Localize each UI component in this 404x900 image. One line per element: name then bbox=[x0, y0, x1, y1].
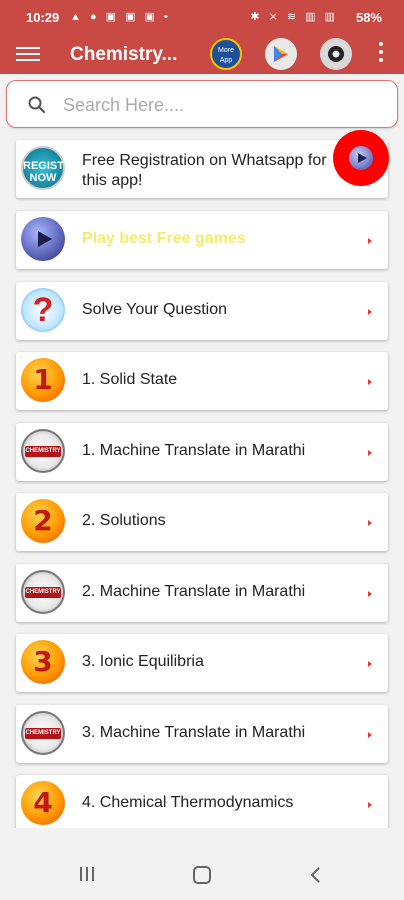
chevron-right-icon bbox=[368, 591, 372, 597]
number-icon: 2 bbox=[21, 499, 65, 543]
chevron-right-icon bbox=[368, 520, 372, 526]
list-item-label: 3. Machine Translate in Marathi bbox=[82, 724, 306, 741]
list-item[interactable]: 3 3. Ionic Equilibria bbox=[16, 634, 388, 692]
list-item[interactable]: CHEMISTRY 3. Machine Translate in Marath… bbox=[16, 705, 388, 763]
list-item[interactable]: CHEMISTRY 2. Machine Translate in Marath… bbox=[16, 564, 388, 622]
list-item[interactable]: CHEMISTRY 1. Machine Translate in Marath… bbox=[16, 423, 388, 481]
number-icon: 4 bbox=[21, 781, 65, 825]
list-item[interactable]: 4 4. Chemical Thermodynamics bbox=[16, 775, 388, 828]
menu-icon[interactable] bbox=[16, 44, 40, 64]
app-bar: Chemistry... More App bbox=[0, 34, 404, 74]
chemistry-badge-icon: CHEMISTRY bbox=[21, 711, 65, 755]
floating-play-button[interactable] bbox=[333, 130, 389, 186]
chevron-right-icon bbox=[368, 309, 372, 315]
chemistry-badge-icon: CHEMISTRY bbox=[21, 429, 65, 473]
chevron-right-icon bbox=[368, 661, 372, 667]
play-icon bbox=[349, 146, 373, 170]
list-item[interactable]: ? Solve Your Question bbox=[16, 282, 388, 340]
list-item-label: Solve Your Question bbox=[82, 301, 227, 318]
search-input[interactable] bbox=[61, 91, 385, 119]
list-item-label: 2. Solutions bbox=[82, 512, 166, 529]
list-item-label: Play best Free games bbox=[82, 230, 246, 247]
question-icon: ? bbox=[21, 288, 65, 332]
topic-list: REGISTER NOW Free Registration on Whatsa… bbox=[0, 138, 404, 828]
home-icon[interactable] bbox=[193, 866, 211, 884]
system-nav-bar bbox=[0, 850, 404, 900]
list-item-label: 1. Solid State bbox=[82, 371, 178, 388]
app-title: Chemistry... bbox=[70, 44, 178, 65]
register-now-icon: REGISTER NOW bbox=[21, 146, 79, 190]
list-item-label: 4. Chemical Thermodynamics bbox=[82, 794, 294, 811]
list-item-label: 3. Ionic Equilibria bbox=[82, 653, 204, 670]
number-icon: 3 bbox=[21, 640, 65, 684]
status-time: 10:29 bbox=[26, 10, 60, 25]
overflow-menu-icon[interactable] bbox=[378, 42, 384, 66]
recent-apps-icon[interactable] bbox=[80, 867, 98, 883]
notification-icons: ▲ ● ▣ ▣ ▣ • bbox=[70, 11, 171, 23]
play-store-icon[interactable] bbox=[265, 38, 297, 70]
more-app-icon[interactable]: More App bbox=[210, 38, 242, 70]
chevron-right-icon bbox=[368, 450, 372, 456]
more-app-label: More App bbox=[218, 47, 234, 64]
list-item[interactable]: 2 2. Solutions bbox=[16, 493, 388, 551]
list-item[interactable]: Play best Free games bbox=[16, 211, 388, 269]
share-icon[interactable] bbox=[320, 38, 352, 70]
chevron-right-icon bbox=[368, 802, 372, 808]
list-item-label: 1. Machine Translate in Marathi bbox=[82, 442, 306, 459]
list-item[interactable]: REGISTER NOW Free Registration on Whatsa… bbox=[16, 140, 388, 198]
chevron-right-icon bbox=[368, 238, 372, 244]
battery-level: 58% bbox=[355, 10, 382, 25]
chemistry-badge-icon: CHEMISTRY bbox=[21, 570, 65, 614]
list-item-label: Free Registration on Whatsapp for this a… bbox=[82, 152, 327, 189]
list-item-label: 2. Machine Translate in Marathi bbox=[82, 583, 306, 600]
system-icons: ✱ ⨯ ≋ ▥ ▥ bbox=[250, 11, 338, 23]
number-icon: 1 bbox=[21, 358, 65, 402]
chevron-right-icon bbox=[368, 732, 372, 738]
search-icon bbox=[28, 96, 46, 114]
status-bar: 10:29 ▲ ● ▣ ▣ ▣ • ✱ ⨯ ≋ ▥ ▥ 58% bbox=[0, 0, 404, 34]
back-icon[interactable] bbox=[309, 866, 321, 884]
search-box bbox=[6, 80, 398, 128]
play-icon bbox=[21, 217, 65, 261]
list-item[interactable]: 1 1. Solid State bbox=[16, 352, 388, 410]
chevron-right-icon bbox=[368, 379, 372, 385]
